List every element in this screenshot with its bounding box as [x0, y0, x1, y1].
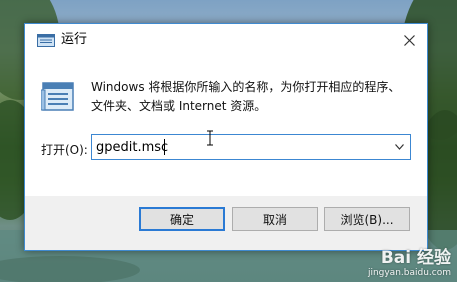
run-dialog: 运行 Windows 将根据你所输入的名称，为你打开相应的程序、文件夹、文档或 …: [24, 23, 428, 251]
run-icon: [41, 82, 74, 111]
dialog-description: Windows 将根据你所输入的名称，为你打开相应的程序、文件夹、文档或 Int…: [91, 80, 401, 113]
ok-button[interactable]: 确定: [139, 207, 225, 231]
button-bar: 确定 取消 浏览(B)...: [25, 196, 427, 250]
desktop-background: 运行 Windows 将根据你所输入的名称，为你打开相应的程序、文件夹、文档或 …: [0, 0, 457, 282]
open-input[interactable]: [96, 138, 376, 156]
run-icon: [37, 34, 55, 47]
title-bar[interactable]: 运行: [25, 24, 427, 56]
open-label: 打开(O):: [41, 143, 88, 157]
watermark-logo: Bai 经验: [380, 248, 451, 268]
text-caret: [164, 139, 165, 155]
close-icon: [403, 34, 415, 46]
dropdown-button[interactable]: [390, 137, 408, 157]
window-title: 运行: [61, 32, 88, 47]
watermark-url: jingyan.baidu.com: [367, 268, 451, 278]
browse-button[interactable]: 浏览(B)...: [324, 207, 410, 231]
open-combobox[interactable]: [91, 134, 411, 160]
baidu-watermark: Bai 经验 jingyan.baidu.com: [368, 243, 451, 278]
chevron-down-icon: [394, 144, 404, 150]
close-button[interactable]: [391, 24, 427, 56]
dialog-body: Windows 将根据你所输入的名称，为你打开相应的程序、文件夹、文档或 Int…: [25, 56, 427, 196]
ibeam-cursor-icon: [207, 130, 213, 146]
cancel-button[interactable]: 取消: [232, 207, 318, 231]
